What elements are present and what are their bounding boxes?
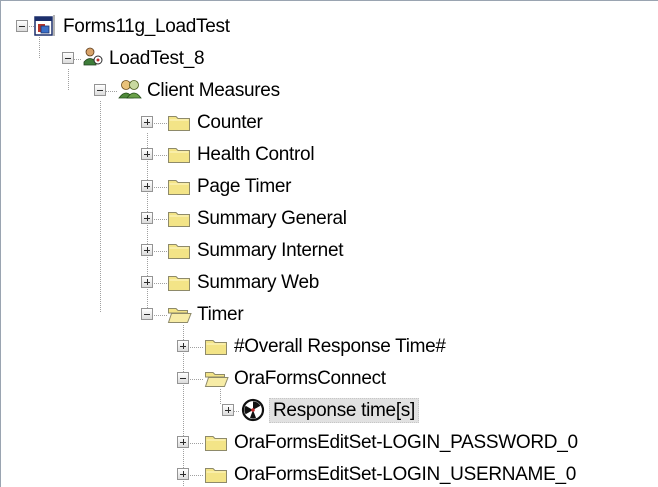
tree-item-oraformseditset-login-password[interactable]: OraFormsEditSet-LOGIN_PASSWORD_0 xyxy=(1,427,658,459)
tree-item-label: OraFormsConnect xyxy=(234,368,386,389)
collapse-toggle[interactable] xyxy=(94,84,106,96)
tree-item-response-time[interactable]: Response time[s] xyxy=(1,395,658,427)
expand-toggle[interactable] xyxy=(177,340,189,352)
tree-item-label: Summary General xyxy=(197,208,347,229)
tree-item-oraformseditset-login-username[interactable]: OraFormsEditSet-LOGIN_USERNAME_0 xyxy=(1,459,658,487)
collapse-toggle[interactable] xyxy=(16,20,28,32)
expand-toggle[interactable] xyxy=(222,404,234,416)
tree-item-label: Client Measures xyxy=(147,80,280,101)
tree-item-forms11g-loadtest[interactable]: Forms11g_LoadTest xyxy=(1,11,658,43)
expand-toggle[interactable] xyxy=(141,116,153,128)
tree-item-client-measures[interactable]: Client Measures xyxy=(1,75,658,107)
tree-item-loadtest-8[interactable]: LoadTest_8 xyxy=(1,43,658,75)
tree-item-timer[interactable]: Timer xyxy=(1,299,658,331)
collapse-toggle[interactable] xyxy=(62,52,74,64)
tree-item-label: Summary Internet xyxy=(197,240,344,261)
tree-item-label: Timer xyxy=(197,304,244,325)
expand-toggle[interactable] xyxy=(141,212,153,224)
folder-icon xyxy=(204,430,229,454)
folder-icon xyxy=(167,142,192,166)
folder-icon xyxy=(167,270,192,294)
folder-icon xyxy=(167,110,192,134)
tree-item-oraformsconnect[interactable]: OraFormsConnect xyxy=(1,363,658,395)
folder-icon xyxy=(167,174,192,198)
collapse-toggle[interactable] xyxy=(141,308,153,320)
tree-item-label: Page Timer xyxy=(197,176,292,197)
tree-item-label: Forms11g_LoadTest xyxy=(63,16,230,37)
collapse-toggle[interactable] xyxy=(177,372,189,384)
tree-item-label: Counter xyxy=(197,112,263,133)
measure-tree-panel: Forms11g_LoadTest LoadTest_8 Client Meas… xyxy=(0,0,658,487)
expand-toggle[interactable] xyxy=(177,436,189,448)
expand-toggle[interactable] xyxy=(141,276,153,288)
tree-item-counter[interactable]: Counter xyxy=(1,107,658,139)
tree-item-label: OraFormsEditSet-LOGIN_PASSWORD_0 xyxy=(234,432,578,453)
tree-item-health-control[interactable]: Health Control xyxy=(1,139,658,171)
folder-icon xyxy=(167,206,192,230)
loadtest-project-icon xyxy=(32,14,57,38)
folder-icon xyxy=(167,238,192,262)
tree-item-summary-internet[interactable]: Summary Internet xyxy=(1,235,658,267)
expand-toggle[interactable] xyxy=(141,180,153,192)
tree-item-label: Response time[s] xyxy=(269,398,419,423)
tree-item-label: Summary Web xyxy=(197,272,319,293)
timer-measure-icon xyxy=(241,398,266,422)
open-folder-icon xyxy=(204,366,229,390)
client-measures-icon xyxy=(118,78,143,102)
loadtest-run-icon xyxy=(81,46,106,70)
expand-toggle[interactable] xyxy=(141,148,153,160)
tree-item-label: #Overall Response Time# xyxy=(234,336,446,357)
tree-item-summary-web[interactable]: Summary Web xyxy=(1,267,658,299)
tree-item-label: Health Control xyxy=(197,144,315,165)
open-folder-icon xyxy=(167,302,192,326)
folder-icon xyxy=(204,334,229,358)
tree-item-summary-general[interactable]: Summary General xyxy=(1,203,658,235)
tree-item-page-timer[interactable]: Page Timer xyxy=(1,171,658,203)
folder-icon xyxy=(204,462,229,486)
tree-item-label: LoadTest_8 xyxy=(109,48,205,69)
expand-toggle[interactable] xyxy=(141,244,153,256)
tree-item-label: OraFormsEditSet-LOGIN_USERNAME_0 xyxy=(234,464,576,485)
expand-toggle[interactable] xyxy=(177,468,189,480)
tree-item-overall-response-time[interactable]: #Overall Response Time# xyxy=(1,331,658,363)
